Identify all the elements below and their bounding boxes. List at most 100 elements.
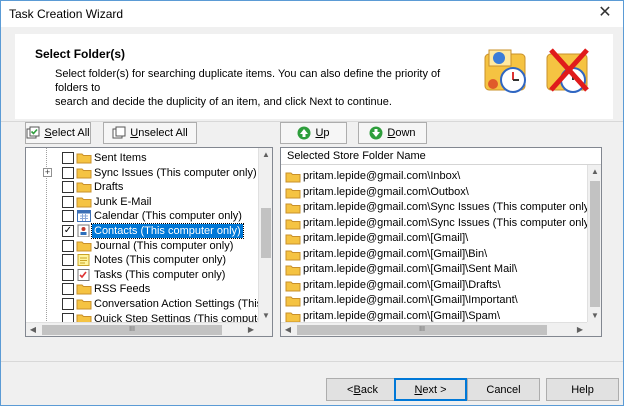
help-button[interactable]: Help — [546, 378, 619, 401]
tree-item-checkbox[interactable] — [62, 239, 74, 252]
cancel-button[interactable]: Cancel — [467, 378, 540, 401]
scroll-down-icon[interactable]: ▼ — [259, 309, 272, 323]
list-item-label: pritam.lepide@gmail.com\Inbox\ — [303, 170, 461, 182]
scroll-left-icon[interactable]: ◀ — [26, 323, 40, 336]
list-item-label: pritam.lepide@gmail.com\[Gmail]\ — [303, 232, 469, 244]
calendar-icon — [77, 210, 91, 223]
tree-item-checkbox[interactable] — [62, 152, 74, 164]
tree-item-label: Notes (This computer only) — [94, 254, 227, 267]
note-icon — [77, 254, 90, 267]
folder-icon — [76, 241, 92, 252]
list-item[interactable]: pritam.lepide@gmail.com\Outbox\ — [285, 185, 585, 200]
tree-item[interactable]: ✓ Contacts (This computer only) — [26, 223, 258, 239]
wizard-header: Select Folder(s) Select folder(s) for se… — [15, 34, 613, 119]
folder-icon — [285, 219, 301, 229]
selected-folders-list[interactable]: Selected Store Folder Name pritam.lepide… — [280, 147, 602, 337]
tree-item[interactable]: Sent Items — [26, 151, 258, 165]
list-item[interactable]: pritam.lepide@gmail.com\[Gmail]\Importan… — [285, 293, 585, 308]
folder-icon — [76, 153, 92, 164]
tree-item[interactable]: Notes (This computer only) — [26, 253, 258, 267]
select-all-label: Select All — [44, 127, 90, 139]
tree-item[interactable]: Tasks (This computer only) — [26, 268, 258, 282]
list-item-label: pritam.lepide@gmail.com\Outbox\ — [303, 185, 469, 198]
close-icon[interactable]: ✕ — [595, 3, 615, 23]
tree-item[interactable]: RSS Feeds — [26, 282, 258, 296]
folder-icon — [285, 172, 301, 183]
tree-item-label: Tasks (This computer only) — [94, 268, 226, 281]
tree-item-checkbox[interactable] — [62, 283, 74, 296]
folder-icon — [76, 284, 92, 295]
tree-item-label: Sync Issues (This computer only) — [94, 166, 257, 179]
list-item[interactable]: pritam.lepide@gmail.com\[Gmail]\ — [285, 231, 585, 246]
list-item-label: pritam.lepide@gmail.com\[Gmail]\Sent Mai… — [303, 263, 518, 275]
select-all-icon — [26, 126, 40, 139]
tree-horizontal-scrollbar[interactable]: ◀ III ▶ — [26, 322, 258, 336]
expand-icon[interactable]: + — [43, 167, 52, 177]
tree-item-label: RSS Feeds — [94, 283, 151, 296]
list-scroll-left-icon[interactable]: ◀ — [281, 323, 295, 336]
wizard-window: Task Creation Wizard ✕ Select Folder(s) … — [0, 0, 624, 406]
folder-icon — [285, 265, 301, 276]
folder-icon — [285, 312, 301, 322]
window-title: Task Creation Wizard — [9, 7, 124, 21]
folder-icon — [76, 299, 92, 310]
list-scroll-up-icon[interactable]: ▲ — [588, 165, 601, 179]
list-item[interactable]: pritam.lepide@gmail.com\[Gmail]\Bin\ — [285, 247, 585, 262]
folder-tree[interactable]: Sent Items + Sync Issues (This computer on… — [25, 147, 273, 337]
list-scroll-right-icon[interactable]: ▶ — [573, 323, 587, 336]
tree-item[interactable]: Drafts — [26, 180, 258, 194]
tree-item[interactable]: Journal (This computer only) — [26, 239, 258, 253]
tree-item[interactable]: + Sync Issues (This computer only) — [26, 166, 258, 180]
tree-vscroll-thumb[interactable] — [261, 208, 271, 258]
tree-item-checkbox[interactable] — [62, 268, 74, 281]
tree-item[interactable]: Calendar (This computer only) — [26, 209, 258, 223]
tree-item-checkbox[interactable] — [62, 181, 74, 194]
list-vscroll-thumb[interactable] — [590, 181, 600, 307]
tree-item-checkbox[interactable]: ✓ — [62, 225, 74, 237]
tree-item-checkbox[interactable] — [62, 166, 74, 179]
list-scroll-down-icon[interactable]: ▼ — [588, 309, 601, 323]
list-item[interactable]: pritam.lepide@gmail.com\[Gmail]\Drafts\ — [285, 278, 585, 293]
unselect-all-label: Unselect All — [130, 127, 188, 139]
list-horizontal-scrollbar[interactable]: ◀ III ▶ — [281, 322, 587, 336]
folder-icon — [76, 168, 92, 179]
no-duplicate-icon — [546, 48, 589, 93]
list-vertical-scrollbar[interactable]: ▲ ▼ — [587, 165, 601, 323]
list-item[interactable]: pritam.lepide@gmail.com\Sync Issues (Thi… — [285, 200, 596, 215]
tree-item-label: Sent Items — [94, 152, 147, 164]
list-item-label: pritam.lepide@gmail.com\Sync Issues (Thi… — [303, 201, 596, 213]
tree-item-label: Journal (This computer only) — [94, 239, 234, 252]
list-item[interactable]: pritam.lepide@gmail.com\Inbox\ — [285, 169, 585, 184]
tree-item-label: Contacts (This computer only) — [91, 223, 244, 239]
footer-divider — [1, 361, 623, 362]
tree-vertical-scrollbar[interactable]: ▲ ▼ — [258, 148, 272, 323]
tree-item-label: Conversation Action Settings (This cor — [94, 298, 273, 310]
page-description-line2: search and decide the duplicity of an it… — [55, 96, 392, 108]
move-down-button[interactable]: Down — [358, 122, 427, 144]
select-all-button[interactable]: Select All — [25, 122, 91, 144]
folder-icon — [285, 296, 301, 307]
tree-item-label: Drafts — [94, 181, 124, 194]
tree-item-checkbox[interactable] — [62, 210, 74, 223]
folder-icon — [285, 250, 301, 260]
list-item[interactable]: pritam.lepide@gmail.com\[Gmail]\Sent Mai… — [285, 262, 585, 277]
folder-icon — [285, 188, 301, 198]
move-up-button[interactable]: Up — [280, 122, 347, 144]
list-hscroll-thumb[interactable]: III — [297, 325, 547, 335]
unselect-all-button[interactable]: Unselect All — [103, 122, 197, 144]
next-button[interactable]: Next > — [394, 378, 467, 401]
tree-item-checkbox[interactable] — [62, 195, 74, 208]
tree-hscroll-thumb[interactable]: III — [42, 325, 222, 335]
list-item[interactable]: pritam.lepide@gmail.com\Sync Issues (Thi… — [285, 216, 601, 231]
tree-item[interactable]: Conversation Action Settings (This cor — [26, 297, 272, 311]
back-button[interactable]: < Back — [326, 378, 399, 401]
column-header[interactable]: Selected Store Folder Name — [281, 148, 601, 165]
scroll-up-icon[interactable]: ▲ — [259, 148, 272, 162]
tree-item-checkbox[interactable] — [62, 298, 74, 310]
scroll-right-icon[interactable]: ▶ — [244, 323, 258, 336]
contacts-icon — [77, 224, 90, 237]
title-bar: Task Creation Wizard ✕ — [1, 1, 623, 27]
tree-item[interactable]: Junk E-Mail — [26, 195, 258, 209]
tree-item-checkbox[interactable] — [62, 254, 74, 267]
tree-item-label: Calendar (This computer only) — [94, 210, 242, 223]
